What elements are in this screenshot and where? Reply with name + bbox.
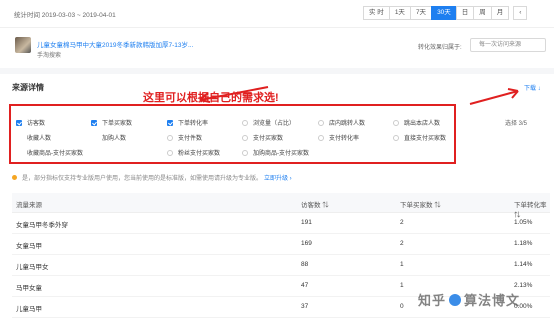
tab-7-day[interactable]: 7天 bbox=[409, 6, 433, 20]
table-row[interactable]: 女童马甲 169 2 1.18% bbox=[12, 234, 550, 255]
cell-conversion: 1.05% bbox=[514, 219, 533, 226]
product-thumbnail bbox=[15, 37, 31, 53]
header-visitors-sort[interactable]: 访客数 ⇅ bbox=[301, 199, 329, 209]
warning-icon bbox=[12, 175, 17, 180]
cell-conversion: 1.18% bbox=[514, 240, 533, 247]
cell-buyers: 1 bbox=[400, 261, 404, 268]
option-circle-icon[interactable] bbox=[393, 134, 399, 141]
tab-1-day[interactable]: 1天 bbox=[388, 6, 411, 20]
selection-count: 选择 3/5 bbox=[505, 121, 528, 127]
product-title-link[interactable]: 儿童女童棉马甲中大童2019冬季新款韩版加厚7-13岁... bbox=[37, 39, 193, 49]
tab-month[interactable]: 月 bbox=[490, 6, 510, 20]
metric-option[interactable]: 支付件数 bbox=[167, 133, 202, 142]
cell-visitors: 47 bbox=[301, 282, 309, 289]
cell-visitors: 37 bbox=[301, 303, 309, 310]
tab-day[interactable]: 日 bbox=[455, 6, 475, 20]
cell-source: 马甲女童 bbox=[16, 285, 42, 292]
metric-option[interactable]: 浏览量（占比） bbox=[242, 118, 295, 127]
metric-option[interactable]: 支付买家数 bbox=[242, 133, 283, 142]
tab-realtime[interactable]: 实 时 bbox=[363, 6, 390, 20]
watermark: 知乎 算法博文 bbox=[418, 293, 521, 308]
product-row: 儿童女童棉马甲中大童2019冬季新款韩版加厚7-13岁... 手淘搜索 转化效果… bbox=[0, 27, 554, 67]
cell-conversion: 1.14% bbox=[514, 261, 533, 268]
option-circle-icon[interactable] bbox=[242, 134, 248, 141]
attribution-select[interactable]: 每一次访问来源 bbox=[470, 38, 546, 52]
cell-source: 儿童马甲女 bbox=[16, 264, 49, 271]
metric-option[interactable]: 粉丝支付买家数 bbox=[167, 148, 220, 157]
date-range-tabs: 实 时 1天 7天 30天 日 周 月 ‹ bbox=[363, 6, 528, 20]
source-details-section: 来源详情 这里可以根据自己的需求选! 下载 ↓ 访客数 下单买家数 下单转化率 … bbox=[0, 68, 554, 320]
cell-visitors: 88 bbox=[301, 261, 309, 268]
download-button[interactable]: 下载 ↓ bbox=[524, 83, 541, 92]
metric-option[interactable]: 加购人数 bbox=[102, 133, 126, 142]
stat-time: 统计时间 2019-03-03 ~ 2019-04-01 bbox=[14, 12, 116, 19]
arrow-right-line bbox=[469, 90, 519, 105]
metric-option[interactable]: 跳出本店人数 bbox=[393, 118, 440, 127]
top-bar: 统计时间 2019-03-03 ~ 2019-04-01 实 时 1天 7天 3… bbox=[0, 0, 554, 26]
metric-option[interactable]: 收藏人数 bbox=[27, 133, 51, 142]
upgrade-notice: 是，部分指标仅支持专业版用户使用，您当前使用的是标准版，如需使用请升级为专业版。… bbox=[12, 173, 292, 182]
option-circle-icon[interactable] bbox=[318, 119, 324, 126]
cell-source: 女童马甲冬季外穿 bbox=[16, 222, 68, 229]
cell-visitors: 191 bbox=[301, 219, 312, 226]
metric-option[interactable]: 下单买家数 bbox=[91, 118, 132, 127]
product-source: 手淘搜索 bbox=[37, 53, 62, 59]
checkbox-checked-icon[interactable] bbox=[91, 119, 97, 126]
header-buyers-sort[interactable]: 下单买家数 ⇅ bbox=[400, 199, 441, 209]
metric-option[interactable]: 加购商品-支付买家数 bbox=[242, 148, 309, 157]
header-source: 流量来源 bbox=[16, 202, 42, 209]
table-row[interactable]: 女童马甲冬季外穿 191 2 1.05% bbox=[12, 213, 550, 234]
metric-option[interactable]: 访客数 bbox=[16, 118, 45, 127]
prev-period-button[interactable]: ‹ bbox=[513, 6, 528, 20]
cell-source: 儿童马甲 bbox=[16, 306, 42, 313]
metric-option[interactable]: 支付转化率 bbox=[318, 133, 359, 142]
cell-conversion: 2.13% bbox=[514, 282, 533, 289]
checkbox-checked-icon[interactable] bbox=[167, 119, 173, 126]
cell-buyers: 2 bbox=[400, 219, 404, 226]
attribution-label: 转化效果归属于: bbox=[418, 45, 462, 51]
tab-30-day[interactable]: 30天 bbox=[431, 6, 457, 20]
cell-visitors: 169 bbox=[301, 240, 312, 247]
metric-option[interactable]: 店内跳转人数 bbox=[318, 118, 365, 127]
table-row[interactable]: 儿童马甲女 88 1 1.14% bbox=[12, 255, 550, 276]
cell-buyers: 1 bbox=[400, 282, 404, 289]
metric-option[interactable]: 下单转化率 bbox=[167, 118, 208, 127]
upgrade-link[interactable]: 立即升级 › bbox=[264, 173, 292, 182]
cell-buyers: 0 bbox=[400, 303, 404, 310]
tab-week[interactable]: 周 bbox=[473, 6, 492, 20]
cell-source: 女童马甲 bbox=[16, 243, 42, 250]
metric-option[interactable]: 直接支付买家数 bbox=[393, 133, 446, 142]
option-circle-icon[interactable] bbox=[242, 119, 248, 126]
option-circle-icon[interactable] bbox=[318, 134, 324, 141]
option-circle-icon[interactable] bbox=[393, 119, 399, 126]
arrow-left-line bbox=[199, 86, 269, 101]
cell-buyers: 2 bbox=[400, 240, 404, 247]
option-circle-icon[interactable] bbox=[167, 149, 173, 156]
option-circle-icon[interactable] bbox=[242, 149, 248, 156]
checkbox-checked-icon[interactable] bbox=[16, 119, 22, 126]
option-circle-icon[interactable] bbox=[167, 134, 173, 141]
metric-option[interactable]: 收藏商品-支付买家数 bbox=[27, 148, 83, 157]
watermark-logo-icon bbox=[449, 294, 462, 306]
table-header: 流量来源 访客数 ⇅ 下单买家数 ⇅ 下单转化率 ⇅ bbox=[12, 193, 550, 219]
